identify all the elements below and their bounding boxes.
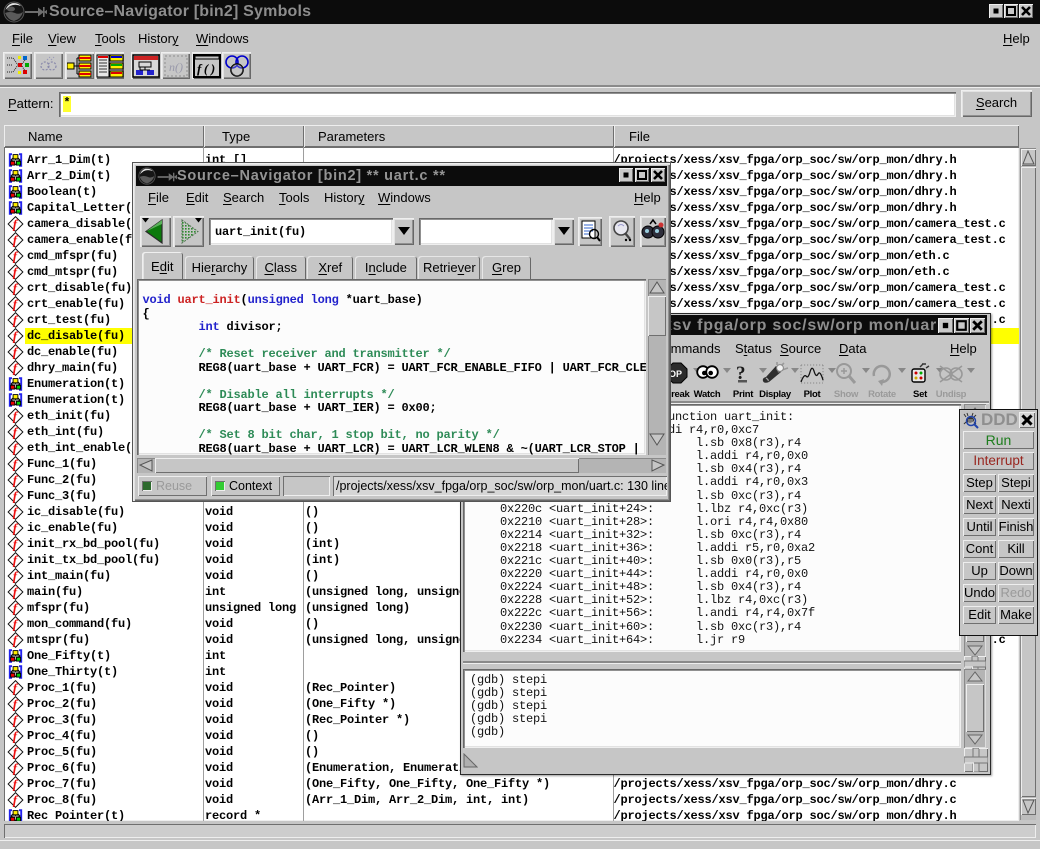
svg-text:OP: OP (669, 369, 682, 379)
svg-text:f ( ): f ( ) (197, 61, 215, 76)
svg-text:n(): n() (169, 60, 183, 74)
